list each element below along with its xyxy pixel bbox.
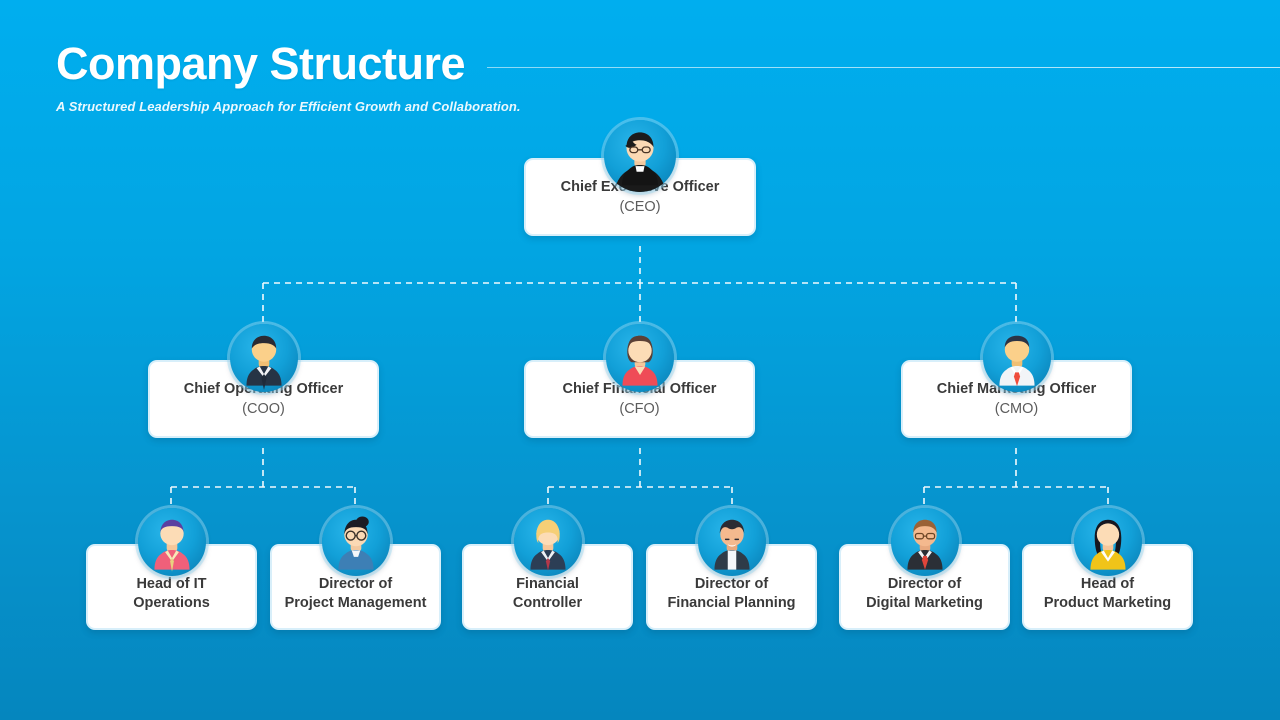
avatar-director-of-financial-planning: [697, 508, 766, 576]
avatar-cfo: [605, 324, 674, 392]
node-title: Director of Digital Marketing: [866, 575, 983, 611]
node-acronym: (CEO): [619, 198, 661, 215]
avatar-ceo: [604, 120, 676, 192]
avatar-coo: [229, 324, 298, 392]
node-acronym: (CMO): [994, 400, 1039, 417]
avatar-director-of-project-management: [321, 508, 390, 576]
node-title: Director of Project Management: [284, 575, 427, 611]
node-title: Head of Product Marketing: [1043, 575, 1172, 611]
node-title: Head of IT Operations: [133, 575, 210, 611]
avatar-cmo: [982, 324, 1051, 392]
avatar-director-of-digital-marketing: [890, 508, 959, 576]
node-title: Director of Financial Planning: [667, 575, 796, 611]
node-acronym: (COO): [242, 400, 285, 417]
avatar-financial-controller: [513, 508, 582, 576]
node-title: Financial Controller: [512, 575, 583, 611]
node-acronym: (CFO): [619, 400, 660, 417]
avatar-head-of-it-operations: [137, 508, 206, 576]
org-chart: Chief Executive Officer (CEO) Chief Oper…: [0, 0, 1280, 720]
avatar-head-of-product-marketing: [1073, 508, 1142, 576]
